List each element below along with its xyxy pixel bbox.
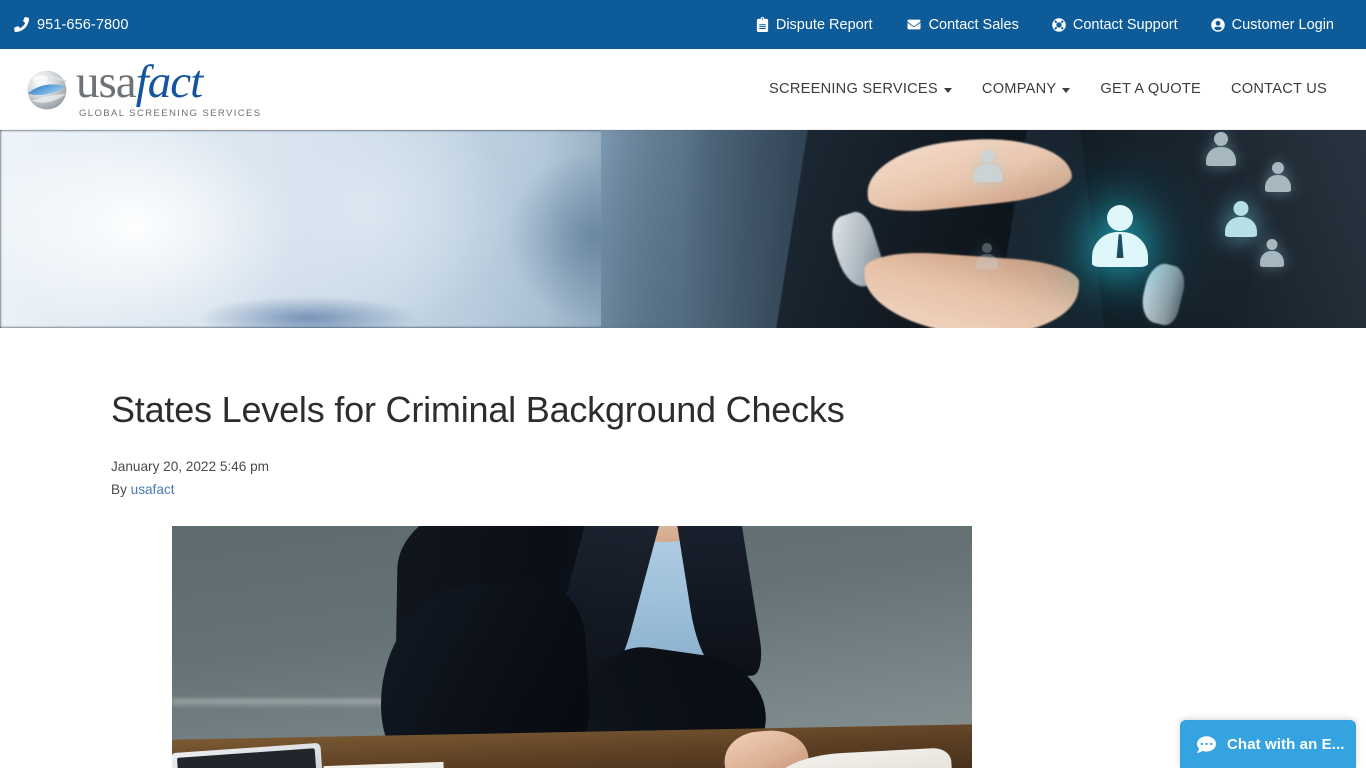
byline-prefix: By bbox=[111, 481, 131, 497]
dispute-report-label: Dispute Report bbox=[775, 16, 873, 33]
author-link[interactable]: usafact bbox=[131, 482, 175, 497]
clipboard-icon bbox=[756, 17, 769, 32]
dispute-report-link[interactable]: Dispute Report bbox=[756, 17, 873, 33]
hero-person-icon-2 bbox=[1205, 131, 1237, 166]
page-title: States Levels for Criminal Background Ch… bbox=[111, 389, 845, 430]
hero-person-icon-5 bbox=[1259, 238, 1285, 267]
article: States Levels for Criminal Background Ch… bbox=[0, 328, 1366, 501]
contact-sales-link[interactable]: Contact Sales bbox=[906, 17, 1019, 33]
article-date: January 20, 2022 5:46 pm bbox=[111, 458, 269, 474]
envelope-icon bbox=[906, 18, 922, 31]
top-utility-bar: 951-656-7800 Dispute Report Contact Sale… bbox=[0, 0, 1366, 49]
phone-link[interactable]: 951-656-7800 bbox=[14, 17, 129, 33]
hero-person-icon-main bbox=[1090, 205, 1150, 268]
main-navigation: SCREENING SERVICES COMPANY GET A QUOTE C… bbox=[754, 71, 1342, 107]
nav-label-company: COMPANY bbox=[981, 81, 1057, 97]
site-header: usafact GLOBAL SCREENING SERVICES SCREEN… bbox=[0, 49, 1366, 130]
nav-item-screening-services[interactable]: SCREENING SERVICES bbox=[754, 71, 967, 107]
site-logo[interactable]: usafact GLOBAL SCREENING SERVICES bbox=[16, 59, 262, 119]
topbar-links: Dispute Report Contact Sales Contact Sup… bbox=[756, 17, 1334, 33]
chevron-down-icon bbox=[1062, 88, 1071, 93]
hero-person-icon-6 bbox=[975, 242, 999, 269]
hero-person-icon-3 bbox=[1264, 161, 1292, 192]
logo-tagline: GLOBAL SCREENING SERVICES bbox=[79, 108, 262, 120]
nav-label-contact-us: CONTACT US bbox=[1230, 81, 1327, 97]
logo-wordmark: usafact bbox=[76, 56, 203, 109]
hero-banner-image bbox=[0, 130, 1366, 328]
page-content: States Levels for Criminal Background Ch… bbox=[0, 328, 1366, 768]
chat-widget-label: Chat with an E... bbox=[1227, 735, 1345, 753]
nav-label-get-a-quote: GET A QUOTE bbox=[1100, 81, 1201, 97]
contact-sales-label: Contact Sales bbox=[928, 16, 1019, 33]
chevron-down-icon bbox=[943, 88, 952, 93]
article-byline: By usafact bbox=[111, 478, 1366, 501]
nav-label-screening-services: SCREENING SERVICES bbox=[769, 81, 938, 97]
user-circle-icon bbox=[1210, 17, 1225, 32]
article-meta: January 20, 2022 5:46 pm By usafact bbox=[111, 455, 1366, 502]
nav-item-get-a-quote[interactable]: GET A QUOTE bbox=[1085, 71, 1216, 107]
hero-person-icon-1 bbox=[973, 149, 1003, 182]
customer-login-label: Customer Login bbox=[1231, 16, 1334, 33]
logo-text: usafact GLOBAL SCREENING SERVICES bbox=[76, 59, 262, 119]
contact-support-link[interactable]: Contact Support bbox=[1052, 17, 1178, 33]
article-featured-image bbox=[172, 526, 972, 768]
customer-login-link[interactable]: Customer Login bbox=[1210, 16, 1334, 33]
phone-icon bbox=[14, 17, 29, 32]
chat-bubble-icon bbox=[1197, 735, 1216, 754]
nav-item-company[interactable]: COMPANY bbox=[967, 71, 1085, 107]
globe-icon bbox=[27, 70, 68, 110]
life-ring-icon bbox=[1052, 17, 1066, 32]
phone-number: 951-656-7800 bbox=[37, 16, 129, 33]
contact-support-label: Contact Support bbox=[1072, 16, 1178, 33]
nav-item-contact-us[interactable]: CONTACT US bbox=[1216, 71, 1342, 107]
hero-person-icon-4 bbox=[1224, 201, 1258, 238]
chat-widget-button[interactable]: Chat with an E... bbox=[1180, 720, 1356, 768]
